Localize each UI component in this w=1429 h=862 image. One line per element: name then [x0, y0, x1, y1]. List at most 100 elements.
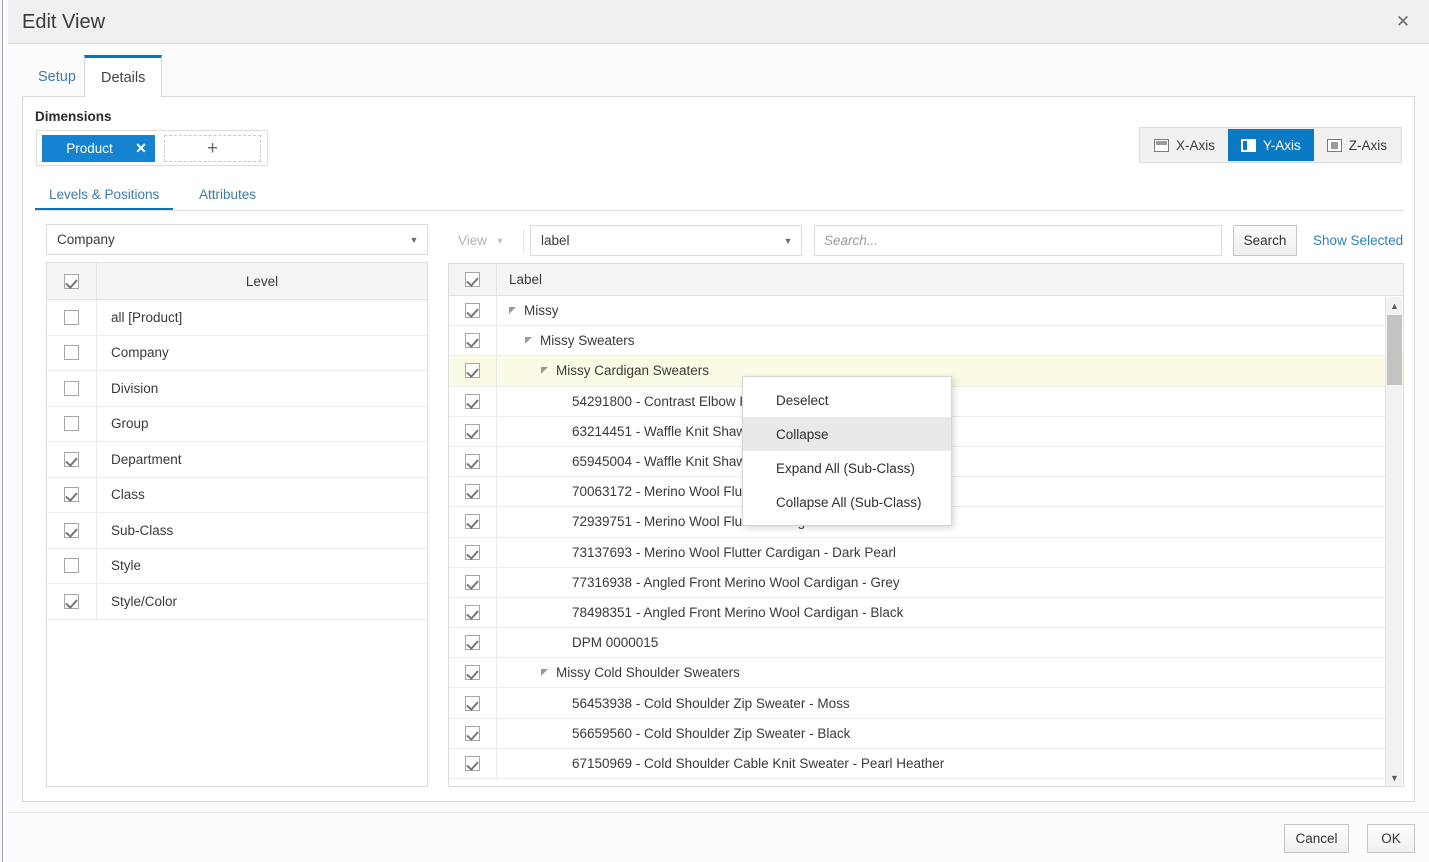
- main-tabstrip: Setup Details: [8, 44, 1429, 98]
- level-label: Sub-Class: [111, 522, 174, 538]
- view-menu-button[interactable]: View ▼: [448, 225, 521, 256]
- levels-row[interactable]: Sub-Class: [47, 513, 427, 549]
- levels-row[interactable]: Department: [47, 442, 427, 478]
- tree-row[interactable]: 56659560 - Cold Shoulder Zip Sweater - B…: [449, 718, 1403, 749]
- show-selected-link[interactable]: Show Selected: [1313, 233, 1403, 248]
- axis-button-y-label: Y-Axis: [1262, 137, 1301, 153]
- levels-row[interactable]: Style/Color: [47, 584, 427, 620]
- tab-setup[interactable]: Setup: [22, 55, 92, 98]
- tree-row[interactable]: 78498351 - Angled Front Merino Wool Card…: [449, 597, 1403, 629]
- tree-select-all-checkbox[interactable]: [449, 264, 497, 295]
- levels-row[interactable]: Class: [47, 477, 427, 513]
- levels-row[interactable]: all [Product]: [47, 300, 427, 336]
- expander-triangle-icon[interactable]: [509, 307, 516, 315]
- level-checkbox[interactable]: [47, 442, 97, 477]
- levels-row[interactable]: Style: [47, 548, 427, 584]
- close-icon[interactable]: ✕: [127, 140, 155, 157]
- checkbox-icon: [465, 303, 480, 319]
- tree-row-checkbox[interactable]: [449, 356, 497, 386]
- cancel-button[interactable]: Cancel: [1284, 824, 1349, 853]
- level-checkbox[interactable]: [47, 300, 97, 335]
- chevron-down-icon[interactable]: ▼: [1386, 769, 1403, 786]
- checkbox-icon: [465, 514, 480, 530]
- tree-row-checkbox[interactable]: [449, 567, 497, 597]
- level-label: Department: [111, 451, 182, 467]
- axis-button-x[interactable]: X-Axis: [1141, 129, 1228, 161]
- checkbox-icon: [465, 725, 480, 741]
- checkbox-icon: [64, 593, 79, 609]
- dimension-pill-product[interactable]: Product ✕: [42, 135, 155, 162]
- expander-triangle-icon[interactable]: [525, 337, 532, 345]
- chevron-up-icon[interactable]: ▲: [1386, 297, 1403, 314]
- tree-row[interactable]: 67150969 - Cold Shoulder Cable Knit Swea…: [449, 748, 1403, 779]
- y-axis-icon: [1240, 138, 1256, 152]
- axis-button-y[interactable]: Y-Axis: [1227, 129, 1314, 161]
- levels-select-all-checkbox[interactable]: [47, 263, 97, 299]
- expander-triangle-icon[interactable]: [541, 669, 548, 677]
- levels-row[interactable]: Division: [47, 371, 427, 407]
- axis-button-z[interactable]: Z-Axis: [1314, 129, 1400, 161]
- tree-row-checkbox[interactable]: [449, 748, 497, 778]
- tree-row[interactable]: 56453938 - Cold Shoulder Zip Sweater - M…: [449, 688, 1403, 719]
- tree-row[interactable]: 73137693 - Merino Wool Flutter Cardigan …: [449, 537, 1403, 568]
- tree-row[interactable]: Missy Cold Shoulder Sweaters: [449, 658, 1403, 689]
- context-menu-item[interactable]: Collapse All (Sub-Class): [743, 485, 951, 519]
- expander-triangle-icon[interactable]: [541, 367, 548, 375]
- plus-icon[interactable]: +: [164, 135, 261, 162]
- levels-row[interactable]: Company: [47, 335, 427, 371]
- context-menu-item[interactable]: Expand All (Sub-Class): [743, 451, 951, 485]
- tree-row-checkbox[interactable]: [449, 477, 497, 507]
- tree-row-label: Missy Cardigan Sweaters: [556, 363, 710, 379]
- chevron-down-icon: ▼: [409, 234, 419, 245]
- ok-button[interactable]: OK: [1367, 824, 1415, 853]
- level-checkbox[interactable]: [47, 335, 97, 370]
- tree-vertical-scrollbar[interactable]: ▲ ▼: [1385, 297, 1402, 786]
- context-menu-item[interactable]: Deselect: [743, 383, 951, 417]
- tree-row[interactable]: 77316938 - Angled Front Merino Wool Card…: [449, 567, 1403, 598]
- tree-column-header: Label: [509, 272, 543, 287]
- scrollbar-thumb[interactable]: [1387, 315, 1402, 385]
- checkbox-icon: [64, 416, 79, 432]
- tree-row-checkbox[interactable]: [449, 326, 497, 356]
- level-checkbox[interactable]: [47, 406, 97, 441]
- subtab-levels-positions[interactable]: Levels & Positions: [35, 179, 174, 211]
- checkbox-icon: [64, 487, 79, 503]
- tree-row-checkbox[interactable]: [449, 507, 497, 537]
- checkbox-icon: [465, 635, 480, 651]
- tab-details[interactable]: Details: [84, 55, 163, 98]
- tree-row-checkbox[interactable]: [449, 386, 497, 416]
- tree-row[interactable]: DPM 0000015: [449, 628, 1403, 659]
- hierarchy-select[interactable]: Company ▼: [46, 224, 428, 255]
- tree-row-checkbox[interactable]: [449, 416, 497, 446]
- context-menu-item[interactable]: Collapse: [743, 417, 951, 451]
- tree-row-label: 56453938 - Cold Shoulder Zip Sweater - M…: [572, 695, 850, 711]
- search-button[interactable]: Search: [1233, 225, 1298, 256]
- tree-row[interactable]: Missy Sweaters: [449, 326, 1403, 357]
- tree-row-checkbox[interactable]: [449, 718, 497, 748]
- level-checkbox[interactable]: [47, 371, 97, 406]
- search-input[interactable]: [814, 225, 1223, 256]
- checkbox-icon: [465, 393, 480, 409]
- tree-row-checkbox[interactable]: [449, 688, 497, 718]
- tree-row[interactable]: Missy: [449, 296, 1403, 327]
- display-field-select[interactable]: label ▼: [530, 225, 803, 256]
- level-label: Division: [111, 380, 159, 396]
- checkbox-icon: [465, 695, 480, 711]
- subtab-attributes[interactable]: Attributes: [185, 179, 270, 210]
- tree-row-checkbox[interactable]: [449, 446, 497, 477]
- level-checkbox[interactable]: [47, 513, 97, 548]
- tree-row-checkbox[interactable]: [449, 597, 497, 628]
- levels-row[interactable]: Group: [47, 406, 427, 442]
- checkbox-icon: [465, 333, 480, 349]
- level-checkbox[interactable]: [47, 548, 97, 583]
- tree-row-checkbox[interactable]: [449, 296, 497, 326]
- z-axis-icon: [1326, 138, 1342, 152]
- close-icon[interactable]: ✕: [1385, 8, 1421, 36]
- level-checkbox[interactable]: [47, 477, 97, 512]
- tree-row-label: 73137693 - Merino Wool Flutter Cardigan …: [572, 544, 896, 560]
- context-menu-item-label: Expand All (Sub-Class): [776, 460, 915, 476]
- tree-row-checkbox[interactable]: [449, 628, 497, 658]
- tree-row-checkbox[interactable]: [449, 658, 497, 688]
- tree-row-checkbox[interactable]: [449, 537, 497, 567]
- level-checkbox[interactable]: [47, 584, 97, 619]
